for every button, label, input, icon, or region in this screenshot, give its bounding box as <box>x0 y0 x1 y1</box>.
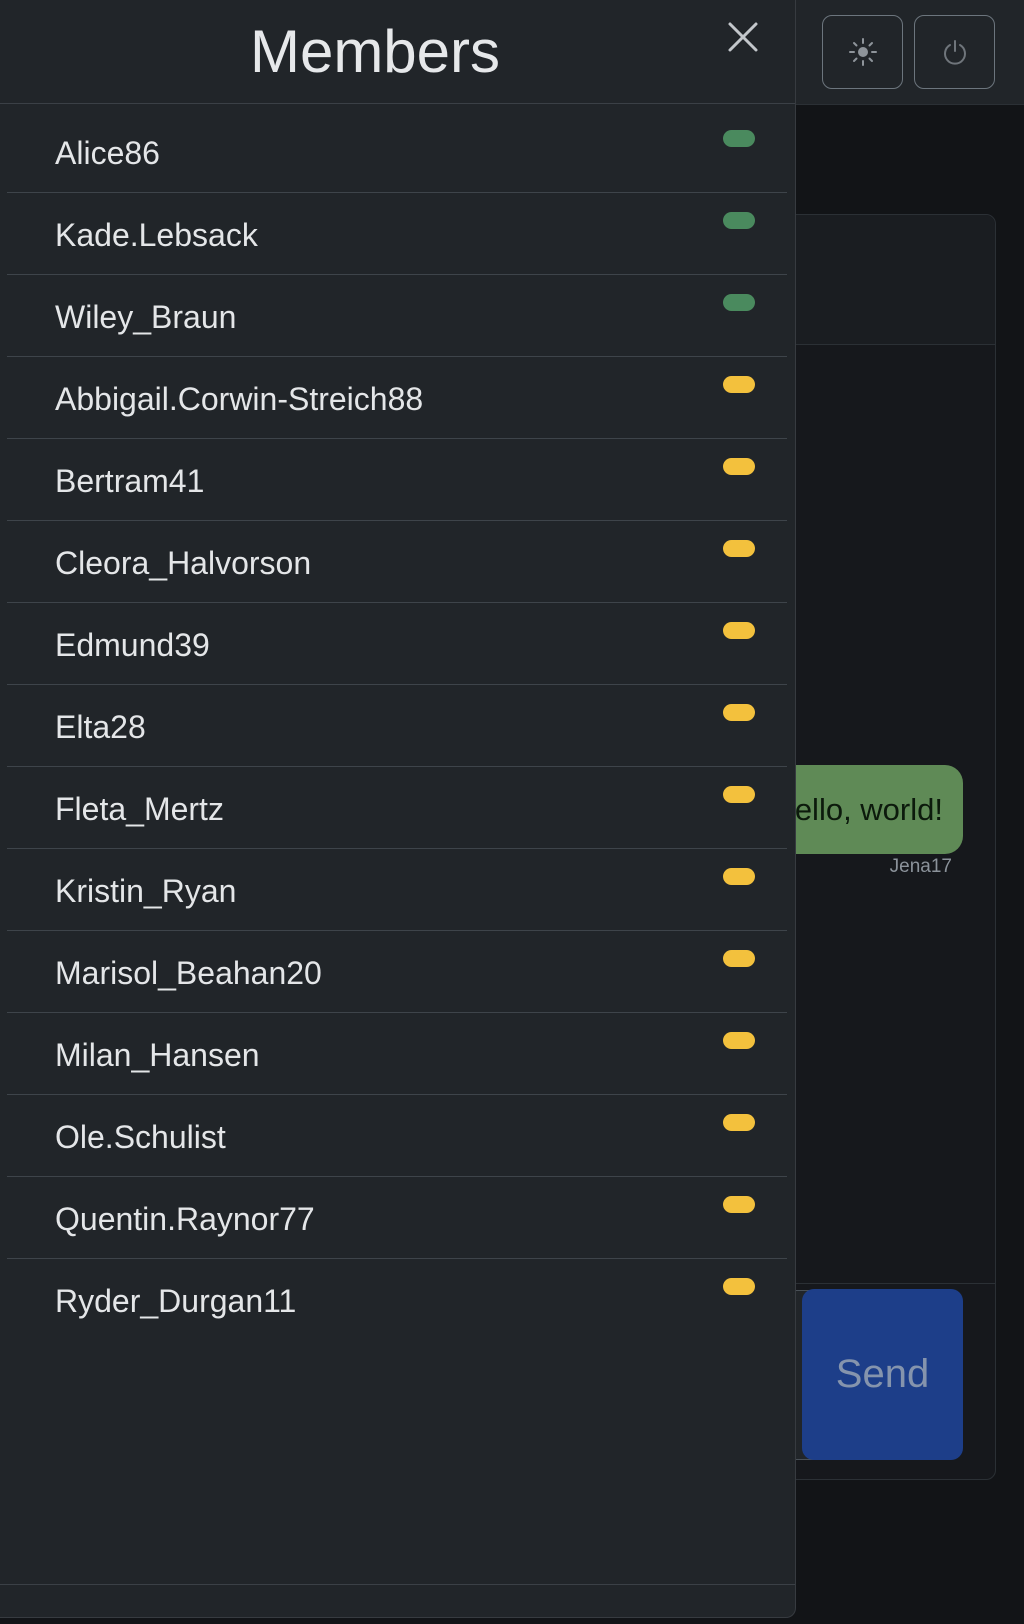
status-indicator-icon <box>723 458 755 475</box>
status-indicator-icon <box>723 1278 755 1295</box>
member-row[interactable]: Kade.Lebsack <box>7 193 787 275</box>
close-button[interactable] <box>722 16 764 58</box>
member-name: Milan_Hansen <box>55 1037 260 1073</box>
member-row[interactable]: Wiley_Braun <box>7 275 787 357</box>
member-row[interactable]: Edmund39 <box>7 603 787 685</box>
close-icon <box>728 22 758 52</box>
status-indicator-icon <box>723 212 755 229</box>
member-name: Elta28 <box>55 709 146 745</box>
panel-footer-divider <box>0 1584 795 1585</box>
member-row[interactable]: Fleta_Mertz <box>7 767 787 849</box>
member-row[interactable]: Milan_Hansen <box>7 1013 787 1095</box>
member-name: Abbigail.Corwin-Streich88 <box>55 381 424 417</box>
member-row[interactable]: Cleora_Halvorson <box>7 521 787 603</box>
member-name: Bertram41 <box>55 463 205 499</box>
status-indicator-icon <box>723 1114 755 1131</box>
status-indicator-icon <box>723 868 755 885</box>
member-name: Marisol_Beahan20 <box>55 955 322 991</box>
power-icon <box>943 40 966 65</box>
status-indicator-icon <box>723 376 755 393</box>
member-name: Kristin_Ryan <box>55 873 237 909</box>
theme-toggle-button[interactable] <box>822 15 903 89</box>
members-panel: Members Alice86 Kade.Lebsack Wiley_Braun Ab… <box>0 0 796 1618</box>
status-indicator-icon <box>723 704 755 721</box>
status-indicator-icon <box>723 294 755 311</box>
chat-message-author: Jena17 <box>889 856 952 877</box>
member-row[interactable]: Bertram41 <box>7 439 787 521</box>
member-row[interactable]: Marisol_Beahan20 <box>7 931 787 1013</box>
status-indicator-icon <box>723 786 755 803</box>
member-row[interactable]: Ole.Schulist <box>7 1095 787 1177</box>
status-indicator-icon <box>723 622 755 639</box>
status-indicator-icon <box>723 1032 755 1049</box>
member-name: Wiley_Braun <box>55 299 237 335</box>
member-row[interactable]: Alice86 <box>7 111 787 193</box>
member-name: Edmund39 <box>55 627 210 663</box>
member-name: Cleora_Halvorson <box>55 545 312 581</box>
member-name: Alice86 <box>55 135 160 171</box>
member-row[interactable]: Abbigail.Corwin-Streich88 <box>7 357 787 439</box>
chat-message-text: ello, world! <box>794 791 943 827</box>
member-name: Ryder_Durgan11 <box>55 1283 297 1319</box>
send-button[interactable]: Send <box>802 1289 963 1460</box>
sun-icon <box>848 38 877 66</box>
member-row[interactable]: Quentin.Raynor77 <box>7 1177 787 1259</box>
member-row[interactable]: Ryder_Durgan11 <box>7 1259 787 1341</box>
member-name: Ole.Schulist <box>55 1119 226 1155</box>
member-name: Kade.Lebsack <box>55 217 258 253</box>
member-name: Fleta_Mertz <box>55 791 224 827</box>
member-row[interactable]: Elta28 <box>7 685 787 767</box>
status-indicator-icon <box>723 950 755 967</box>
panel-title: Members <box>249 18 501 85</box>
status-indicator-icon <box>723 1196 755 1213</box>
member-row[interactable]: Kristin_Ryan <box>7 849 787 931</box>
logout-button[interactable] <box>914 15 995 89</box>
chat-card-header <box>781 215 995 345</box>
member-list: Alice86 Kade.Lebsack Wiley_Braun Abbigail.C… <box>7 111 787 1341</box>
member-name: Quentin.Raynor77 <box>55 1201 315 1237</box>
members-panel-header: Members <box>0 0 795 104</box>
status-indicator-icon <box>723 540 755 557</box>
status-indicator-icon <box>723 130 755 147</box>
